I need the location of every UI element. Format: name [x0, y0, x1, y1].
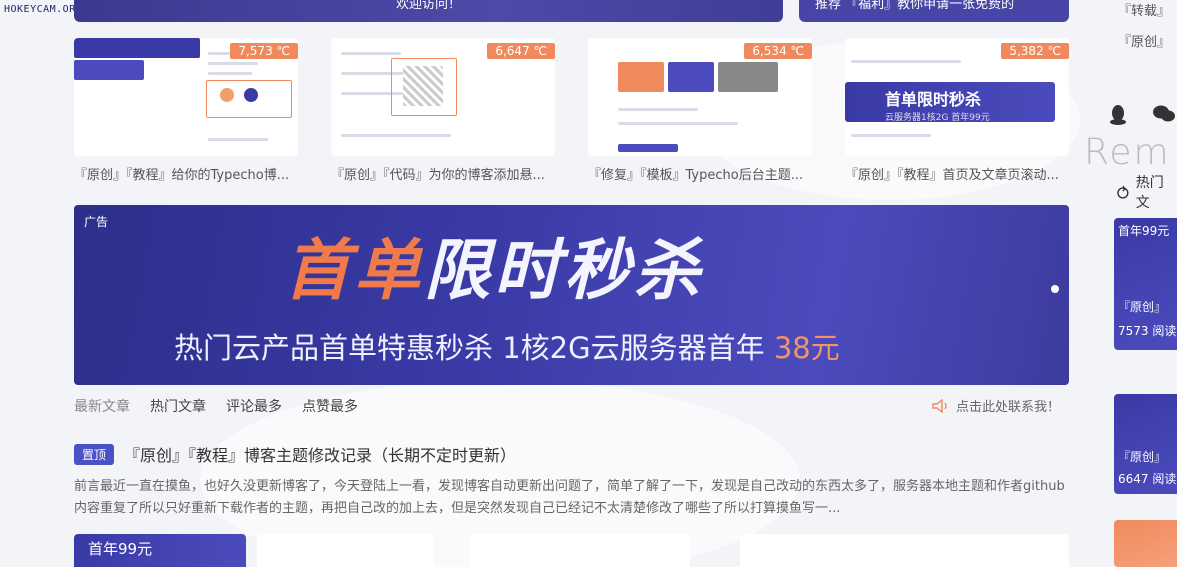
post-thumbnail[interactable] [470, 534, 690, 567]
welcome-text: 欢迎访问！ [395, 0, 461, 12]
site-watermark: HOKEYCAM.ORG [4, 4, 83, 15]
wechat-icon[interactable] [1152, 104, 1176, 124]
contact-label: 点击此处联系我！ [956, 400, 1061, 415]
card-banner-sub: 云服务器1核2G 首年99元 [885, 113, 990, 123]
sidebar-card-meta: 7573 阅读 [1118, 324, 1177, 338]
tag-original[interactable]: 『原创』 [1118, 31, 1170, 50]
article-tabs: 最新文章 热门文章 评论最多 点赞最多 [74, 396, 358, 416]
ad-banner[interactable]: 广告 首单限时秒杀 热门云产品首单特惠秒杀 1核2G云服务器首年 38元 [74, 205, 1069, 385]
sidebar-card-meta: 6647 阅读 [1118, 472, 1177, 486]
sidebar-card-label: 『原创』 [1118, 450, 1167, 464]
social-icons [1108, 104, 1176, 126]
post-thumbnail-text: 首年99元 [88, 540, 153, 558]
post-thumbnail[interactable]: 首年99元 [74, 534, 246, 567]
card-banner-text: 首单限时秒杀 [885, 90, 982, 109]
pinned-post-header: 置顶 『原创』『教程』博客主题修改记录（长期不定时更新） [74, 442, 516, 466]
featured-card[interactable]: 6,647 ℃ 『原创』『代码』为你的博客添加悬... [331, 38, 555, 183]
ad-subtitle-text: 热门云产品首单特惠秒杀 1核2G云服务器首年 [174, 331, 774, 365]
speaker-icon [932, 398, 947, 413]
sidebar-hot-header: 热门文 [1116, 172, 1177, 212]
featured-card[interactable]: 6,534 ℃ 『修复』『模板』Typecho后台主题... [588, 38, 812, 183]
fire-icon [1117, 185, 1129, 199]
view-count-badge: 5,382 ℃ [1001, 43, 1069, 59]
featured-card[interactable]: 首单限时秒杀 云服务器1核2G 首年99元 5,382 ℃ 『原创』『教程』首页… [845, 38, 1069, 183]
tab-most-comments[interactable]: 评论最多 [226, 396, 282, 416]
ad-headline-second: 限时秒杀 [424, 232, 704, 309]
ad-label: 广告 [84, 215, 109, 229]
view-count-badge: 6,534 ℃ [744, 43, 812, 59]
sidebar-hot-card[interactable]: 首年99元 『原创』 7573 阅读 [1114, 218, 1177, 350]
post-thumbnail[interactable] [257, 534, 433, 567]
sidebar-tags: 『转载』 『原创』 [1118, 0, 1170, 62]
card-title[interactable]: 『修复』『模板』Typecho后台主题... [588, 164, 812, 183]
recommend-banner[interactable]: 推荐 『福利』教你申请一张免费的 [799, 0, 1069, 22]
pinned-badge: 置顶 [74, 443, 115, 465]
sidebar-hot-card[interactable]: 『原创』 6647 阅读 [1114, 394, 1177, 494]
qq-icon[interactable] [1108, 104, 1128, 126]
card-title[interactable]: 『原创』『教程』给你的Typecho博... [74, 164, 298, 183]
welcome-banner[interactable]: 欢迎访问！ [74, 0, 783, 22]
ad-price: 38元 [773, 331, 840, 365]
ad-subtitle: 热门云产品首单特惠秒杀 1核2G云服务器首年 38元 [174, 325, 840, 367]
carousel-dot[interactable] [1051, 285, 1059, 293]
contact-link[interactable]: 点击此处联系我！ [932, 396, 1060, 415]
tag-repost[interactable]: 『转载』 [1118, 0, 1170, 19]
ad-headline: 首单限时秒杀 [284, 217, 704, 313]
sidebar-card-label: 『原创』 [1118, 300, 1167, 314]
featured-cards: 7,573 ℃ 『原创』『教程』给你的Typecho博... 6,647 ℃ 『… [74, 38, 1069, 188]
featured-card[interactable]: 7,573 ℃ 『原创』『教程』给你的Typecho博... [74, 38, 298, 183]
recommend-text: 推荐 『福利』教你申请一张免费的 [815, 0, 1015, 12]
sidebar-logo: Rem [1084, 132, 1171, 173]
tab-latest[interactable]: 最新文章 [74, 396, 130, 416]
tab-most-likes[interactable]: 点赞最多 [302, 396, 358, 416]
view-count-badge: 7,573 ℃ [230, 43, 298, 59]
card-title[interactable]: 『原创』『代码』为你的博客添加悬... [331, 164, 555, 183]
post-title[interactable]: 『原创』『教程』博客主题修改记录（长期不定时更新） [124, 442, 516, 466]
sidebar-hot-card[interactable] [1114, 520, 1177, 567]
ad-headline-first: 首单 [284, 232, 424, 309]
sidebar-hot-label: 热门文 [1135, 175, 1164, 211]
post-thumbnail[interactable] [740, 534, 1069, 567]
tab-hot[interactable]: 热门文章 [150, 396, 206, 416]
post-excerpt: 前言最近一直在摸鱼，也好久没更新博客了，今天登陆上一看，发现博客自动更新出问题了… [74, 479, 1065, 516]
card-title[interactable]: 『原创』『教程』首页及文章页滚动... [845, 164, 1069, 183]
sidebar-card-top: 首年99元 [1118, 224, 1170, 238]
view-count-badge: 6,647 ℃ [487, 43, 555, 59]
